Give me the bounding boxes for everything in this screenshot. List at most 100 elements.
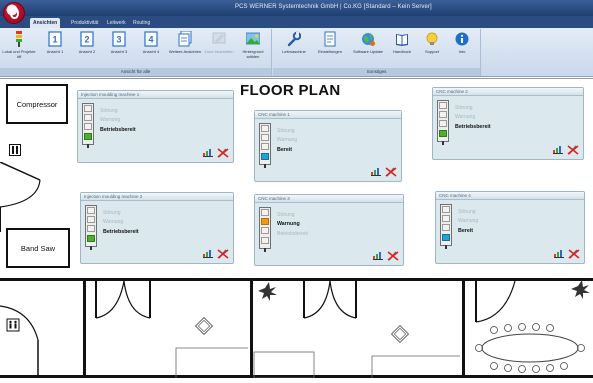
ribbon-button-lead-machine[interactable]: Leitmaschine [277,31,311,67]
tool-cancel-icon[interactable] [217,148,229,158]
signal-tower [437,100,449,145]
ribbon-group-misc: Leitmaschine Einstellungen Software Upda… [273,29,481,76]
ribbon-button-manual[interactable]: Handbuch [385,31,419,67]
machine-name: CNC machine 1 [255,111,401,119]
signal-tower [259,207,271,252]
status-light-icon [16,31,22,47]
book-icon [396,34,408,46]
chart-icon[interactable] [371,168,381,176]
lamp-segment-active [439,130,447,137]
status-ready: Betriebsbereit [103,229,139,235]
lamp-segment [84,105,92,112]
chart-icon[interactable] [203,149,213,157]
lamp-segment [261,143,269,150]
machine-card[interactable]: CNC machine 3 Störung Warnung Betriebsbe… [254,194,404,266]
ribbon-button-settings[interactable]: Einstellungen [313,31,347,67]
machine-name: Injection moulding machine 2 [81,193,233,201]
ribbon-button-label: Zone bearbeiten [204,49,234,54]
application-menu-button[interactable] [3,2,25,24]
tab-leitwerk[interactable]: Leitwerk [104,18,129,28]
tool-cancel-icon[interactable] [567,145,579,155]
tool-cancel-icon[interactable] [217,249,229,259]
zone-edit-icon [212,32,226,44]
lamp-stem [264,164,266,168]
tool-cancel-icon[interactable] [385,167,397,177]
svg-text:1: 1 [52,35,57,45]
machine-card[interactable]: Injection moulding machine 2 Störung War… [80,192,234,264]
ribbon-button-label: Leitmaschine [282,49,306,54]
ribbon: Lokal und Projekte öff 1 Ansicht 1 2 Ans… [0,28,593,77]
lamp-stem [442,141,444,145]
lamp-segment-active [261,153,269,160]
ribbon-button-label: Weitere Ansichten [168,49,202,54]
status-ready: Bereit [277,147,293,153]
card-actions [554,249,580,259]
svg-text:2: 2 [84,35,89,45]
lamp-stem [445,245,447,249]
ribbon-button-background[interactable]: Hintergrund wählen [236,31,270,67]
floor-top-line [0,78,593,79]
card-actions [371,167,397,177]
machine-card[interactable]: CNC machine 2 Störung Warnung Betriebsbe… [432,87,584,160]
floor-plan: FLOOR PLAN Compressor Band Saw Injection… [0,78,593,383]
tool-cancel-icon[interactable] [568,249,580,259]
lamp-segment [87,207,95,214]
card-actions [373,251,399,261]
lamp-segment [87,225,95,232]
ribbon-group-label: Ansicht für alle [0,68,271,76]
machine-name: CNC machine 4 [436,192,584,200]
page-title: FLOOR PLAN [240,82,341,99]
door-swing-left [0,162,41,232]
ribbon-button-more-views[interactable]: Weitere Ansichten [168,31,202,67]
ribbon-button-view-2[interactable]: 2 Ansicht 2 [70,31,104,67]
machine-card[interactable]: CNC machine 1 Störung Warnung Bereit [254,110,402,182]
page-1-icon: 1 [48,31,62,47]
card-actions [203,148,229,158]
ribbon-group-views: Lokal und Projekte öff 1 Ansicht 1 2 Ans… [0,29,272,76]
ribbon-tabs: Ansichten Produktivität Leitwerk Routing [0,16,593,28]
ribbon-button-status[interactable]: Lokal und Projekte öff [2,31,36,67]
wrench-icon [287,31,301,47]
ribbon-button-view-3[interactable]: 3 Ansicht 3 [102,31,136,67]
machine-card[interactable]: Injection moulding machine 1 Störung War… [77,90,234,163]
machine-card[interactable]: CNC machine 4 Störung Warnung Bereit [435,191,585,264]
ribbon-button-edit-zone[interactable]: Zone bearbeiten [202,31,236,67]
status-fault: Störung [455,105,473,111]
tab-produktivitaet[interactable]: Produktivität [68,18,102,28]
signal-tower [85,205,97,250]
info-icon [455,32,469,46]
chart-icon[interactable] [554,250,564,258]
lamp-segment [261,125,269,132]
ribbon-button-view-4[interactable]: 4 Ansicht 4 [134,31,168,67]
status-fault: Störung [458,209,476,215]
ribbon-button-view-1[interactable]: 1 Ansicht 1 [38,31,72,67]
chart-icon[interactable] [203,250,213,258]
lamp-stem [87,144,89,148]
tab-ansichten[interactable]: Ansichten [30,18,61,28]
ribbon-button-label: Software Update [353,49,383,54]
ribbon-button-info[interactable]: Info [445,31,479,67]
lamp-segment [261,227,269,234]
lamp-segment [261,209,269,216]
status-warning: Warnung [455,114,476,120]
signal-tower [82,103,94,148]
lamp-segment [84,123,92,130]
ribbon-group-label: Sonstiges [273,68,480,76]
room-compressor: Compressor [6,84,68,124]
ribbon-button-label: Support [424,49,439,54]
page-2-icon: 2 [80,31,94,47]
door-symbol-icon [9,144,21,156]
tool-cancel-icon[interactable] [387,251,399,261]
ribbon-button-software-update[interactable]: Software Update [351,31,385,67]
lamp-stem [264,248,266,252]
page-3-icon: 3 [112,31,126,47]
chart-icon[interactable] [373,252,383,260]
lamp-segment-active [442,234,450,241]
ribbon-button-label: Ansicht 1 [46,49,64,54]
tab-routing[interactable]: Routing [130,18,153,28]
ribbon-button-support[interactable]: Support [415,31,449,67]
svg-text:3: 3 [116,35,121,45]
lamp-segment [439,111,447,118]
chart-icon[interactable] [553,146,563,154]
ribbon-button-label: Einstellungen [317,49,343,54]
